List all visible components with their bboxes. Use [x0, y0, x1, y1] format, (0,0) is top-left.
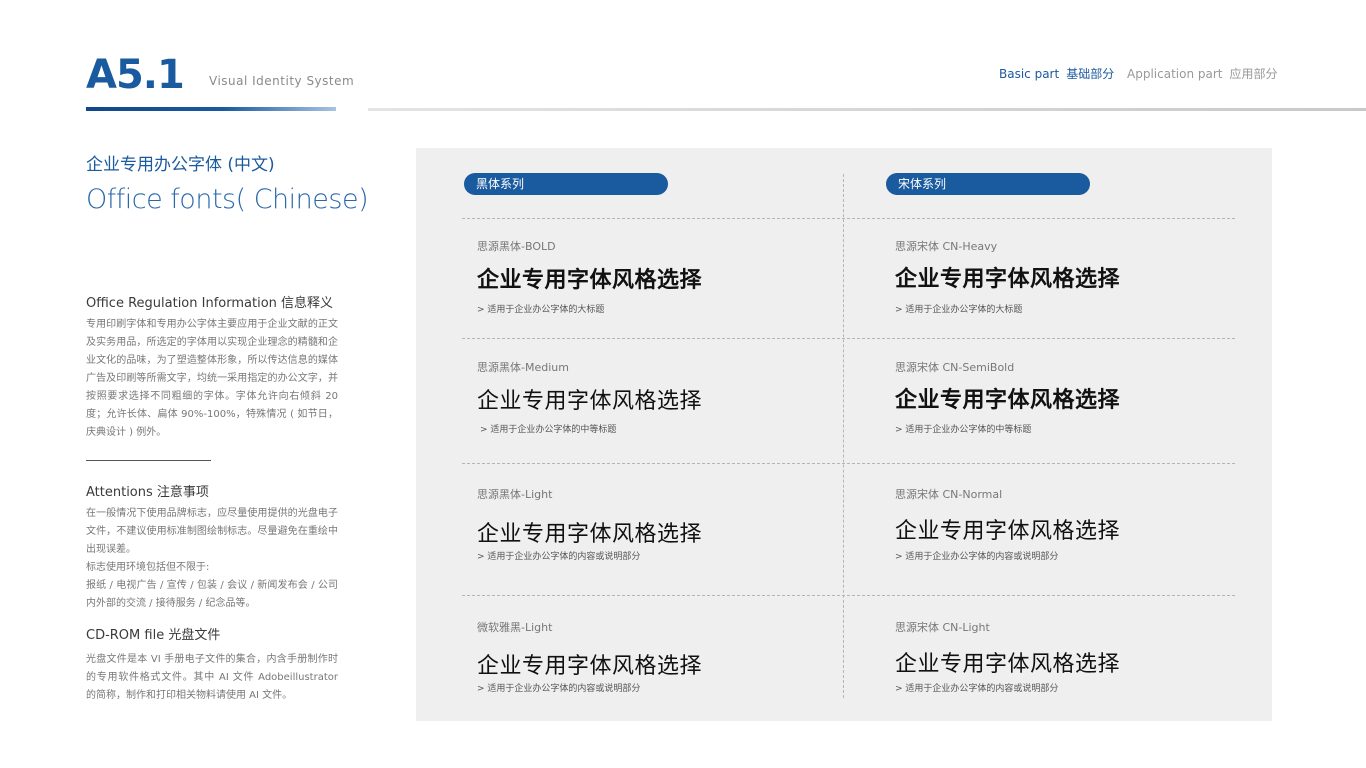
font-name: 思源黑体-BOLD: [477, 240, 556, 253]
font-sample: 企业专用字体风格选择: [895, 519, 1121, 544]
nav-basic-en: Basic part: [999, 67, 1060, 81]
font-name: 思源宋体 CN-SemiBold: [895, 361, 1015, 374]
font-usage: > 适用于企业办公字体的中等标题: [895, 425, 1032, 435]
section-body-cdrom: 光盘文件是本 VI 手册电子文件的集合，内含手册制作时的专用软件格式文件。其中 …: [86, 654, 338, 701]
page-title-cn: 企业专用办公字体 (中文): [86, 155, 275, 175]
header-subtitle: Visual Identity System: [209, 74, 355, 88]
nav-basic-part[interactable]: Basic part 基础部分: [999, 65, 1114, 82]
section-heading-attentions: Attentions 注意事项: [86, 485, 209, 500]
font-usage: > 适用于企业办公字体的内容或说明部分: [477, 552, 641, 562]
font-sample: 企业专用字体风格选择: [895, 266, 1121, 292]
font-usage: > 适用于企业办公字体的大标题: [895, 305, 1023, 315]
header-divider: [368, 108, 1366, 111]
font-name: 微软雅黑-Light: [477, 621, 553, 634]
nav-application-part[interactable]: Application part 应用部分: [1127, 65, 1278, 82]
font-usage: > 适用于企业办公字体的中等标题: [480, 425, 617, 435]
font-usage: > 适用于企业办公字体的内容或说明部分: [895, 684, 1059, 694]
font-usage: > 适用于企业办公字体的内容或说明部分: [477, 684, 641, 694]
font-name: 思源宋体 CN-Light: [895, 621, 990, 634]
font-name: 思源黑体-Medium: [477, 361, 569, 374]
section-divider: [86, 460, 211, 461]
attention-line: 在一般情况下使用品牌标志，应尽量使用提供的光盘电子文件，不建议使用标准制图绘制标…: [86, 508, 338, 555]
nav-basic-cn: 基础部分: [1066, 67, 1115, 81]
row-divider: [462, 463, 1235, 464]
font-name: 思源宋体 CN-Normal: [895, 488, 1003, 501]
code-underline: [86, 107, 336, 111]
tag-songti-series: 宋体系列: [886, 173, 1090, 195]
font-name: 思源黑体-Light: [477, 488, 553, 501]
row-divider: [462, 338, 1235, 339]
page-title-en: Office fonts( Chinese): [86, 184, 369, 215]
section-heading-cdrom: CD-ROM file 光盘文件: [86, 628, 221, 643]
font-usage: > 适用于企业办公字体的内容或说明部分: [895, 552, 1059, 562]
section-body-attentions: 在一般情况下使用品牌标志，应尽量使用提供的光盘电子文件，不建议使用标准制图绘制标…: [86, 505, 338, 613]
font-name: 思源宋体 CN-Heavy: [895, 240, 998, 253]
font-sample: 企业专用字体风格选择: [477, 268, 703, 293]
section-body-regulation: 专用印刷字体和专用办公字体主要应用于企业文献的正文及实务用品，所选定的字体用以实…: [86, 319, 338, 438]
section-heading-regulation: Office Regulation Information 信息释义: [86, 296, 334, 311]
attention-line: 报纸 / 电视广告 / 宣传 / 包装 / 会议 / 新闻发布会 / 公司内外部…: [86, 580, 338, 609]
row-divider: [462, 218, 1235, 219]
font-sample: 企业专用字体风格选择: [477, 522, 703, 547]
section-code: A5.1: [86, 52, 185, 98]
row-divider: [462, 595, 1235, 596]
font-usage: > 适用于企业办公字体的大标题: [477, 305, 605, 315]
nav-app-en: Application part: [1127, 67, 1223, 81]
nav-app-cn: 应用部分: [1229, 67, 1278, 81]
tag-heiti-series: 黑体系列: [464, 173, 668, 195]
column-divider: [843, 174, 844, 698]
font-sample: 企业专用字体风格选择: [477, 654, 703, 679]
font-sample: 企业专用字体风格选择: [477, 389, 703, 414]
font-sample: 企业专用字体风格选择: [895, 652, 1121, 677]
font-sample: 企业专用字体风格选择: [895, 387, 1121, 413]
attention-line: 标志使用环境包括但不限于:: [86, 562, 210, 573]
